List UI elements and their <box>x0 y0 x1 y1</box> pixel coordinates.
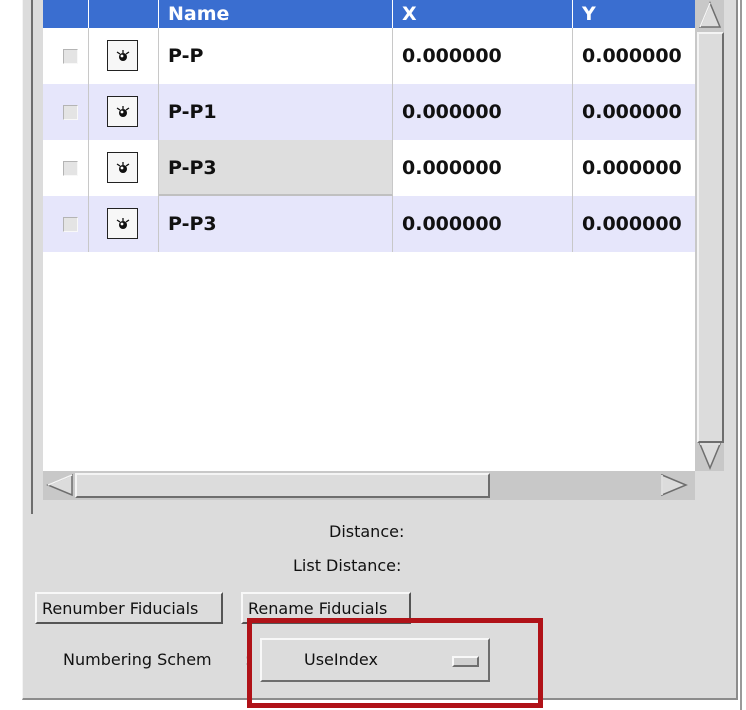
eye-icon[interactable] <box>107 40 138 71</box>
vertical-scrollbar[interactable] <box>695 0 724 471</box>
table-row[interactable]: P-P1 0.000000 0.000000 <box>43 84 695 140</box>
eye-icon <box>116 49 129 61</box>
vertical-scroll-thumb[interactable] <box>697 32 724 443</box>
renumber-fiducials-button[interactable]: Renumber Fiducials <box>35 592 223 624</box>
visibility-cell <box>89 140 159 196</box>
scroll-up-arrow <box>698 1 722 28</box>
row-checkbox[interactable] <box>63 49 78 64</box>
window-edge <box>740 0 742 710</box>
header-x[interactable]: X <box>393 0 573 28</box>
highlight-box <box>247 618 543 708</box>
numbering-scheme-label: Numbering Schem <box>63 650 212 669</box>
select-cell <box>43 140 89 196</box>
x-cell[interactable]: 0.000000 <box>393 140 573 196</box>
distance-label: Distance: <box>329 522 405 541</box>
eye-icon[interactable] <box>107 152 138 183</box>
row-checkbox[interactable] <box>63 105 78 120</box>
scroll-up-arrow[interactable] <box>698 0 722 30</box>
eye-icon <box>116 161 129 173</box>
table-body: P-P 0.000000 0.000000 P-P1 0.000000 0.00… <box>43 28 695 471</box>
fiducials-table: Name X Y P-P 0.000000 0.000000 P-P1 0.00… <box>31 0 724 514</box>
select-cell <box>43 28 89 84</box>
scroll-right-arrow[interactable] <box>659 473 689 497</box>
fiducials-panel: Name X Y P-P 0.000000 0.000000 P-P1 0.00… <box>22 0 738 708</box>
y-cell[interactable]: 0.000000 <box>573 196 695 252</box>
name-cell-editing[interactable]: P-P3 <box>159 140 393 196</box>
horizontal-scrollbar[interactable] <box>43 471 695 500</box>
visibility-cell <box>89 84 159 140</box>
table-header: Name X Y <box>43 0 695 28</box>
header-select[interactable] <box>43 0 89 28</box>
scroll-right-arrow <box>661 473 688 497</box>
eye-icon[interactable] <box>107 96 138 127</box>
table-row[interactable]: P-P3 0.000000 0.000000 <box>43 140 695 196</box>
table-row[interactable]: P-P3 0.000000 0.000000 <box>43 196 695 252</box>
select-cell <box>43 196 89 252</box>
name-cell[interactable]: P-P <box>159 28 393 84</box>
scroll-down-arrow <box>698 443 722 470</box>
visibility-cell <box>89 28 159 84</box>
eye-icon[interactable] <box>107 208 138 239</box>
name-cell[interactable]: P-P3 <box>159 196 393 252</box>
y-cell[interactable]: 0.000000 <box>573 140 695 196</box>
eye-icon <box>116 217 129 229</box>
x-cell[interactable]: 0.000000 <box>393 84 573 140</box>
eye-icon <box>116 105 129 117</box>
table-row[interactable]: P-P 0.000000 0.000000 <box>43 28 695 84</box>
horizontal-scroll-thumb[interactable] <box>75 473 490 498</box>
scroll-left-arrow[interactable] <box>45 473 75 497</box>
row-checkbox[interactable] <box>63 161 78 176</box>
select-cell <box>43 84 89 140</box>
name-cell[interactable]: P-P1 <box>159 84 393 140</box>
header-name[interactable]: Name <box>159 0 393 28</box>
y-cell[interactable]: 0.000000 <box>573 84 695 140</box>
list-distance-label: List Distance: <box>293 556 402 575</box>
scroll-down-arrow[interactable] <box>698 441 722 471</box>
x-cell[interactable]: 0.000000 <box>393 28 573 84</box>
y-cell[interactable]: 0.000000 <box>573 28 695 84</box>
visibility-cell <box>89 196 159 252</box>
row-checkbox[interactable] <box>63 217 78 232</box>
scroll-left-arrow <box>46 473 73 497</box>
header-visibility[interactable] <box>89 0 159 28</box>
header-y[interactable]: Y <box>573 0 695 28</box>
x-cell[interactable]: 0.000000 <box>393 196 573 252</box>
